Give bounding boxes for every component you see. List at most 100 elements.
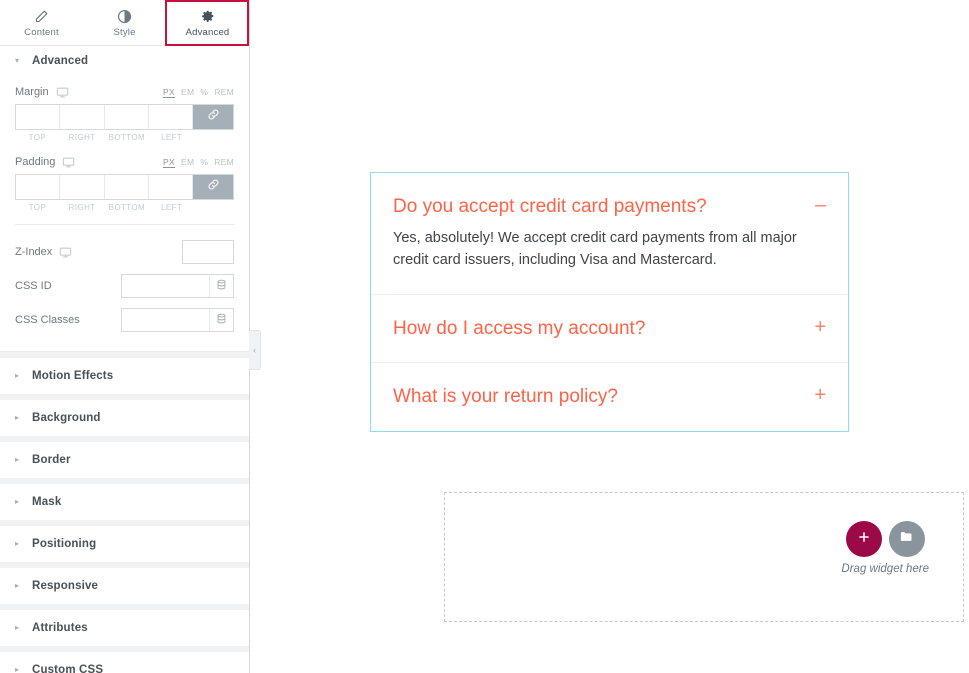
- add-widget-button[interactable]: [845, 521, 882, 557]
- margin-top-input[interactable]: [16, 105, 61, 129]
- section-mask[interactable]: ▸ Mask: [0, 483, 249, 520]
- z-index-input[interactable]: [182, 240, 234, 264]
- section-positioning[interactable]: ▸ Positioning: [0, 525, 249, 562]
- margin-label-top: TOP: [28, 133, 47, 142]
- padding-label-spacer: [194, 203, 234, 212]
- css-id-field-group: [121, 274, 234, 298]
- z-index-control: [182, 240, 234, 264]
- caret-right-icon: ▸: [15, 665, 20, 673]
- plus-icon: [857, 530, 871, 549]
- accordion-question: Do you accept credit card payments?: [393, 196, 707, 217]
- accordion-widget[interactable]: Do you accept credit card payments? – Ye…: [370, 172, 849, 433]
- elementor-settings-panel: Content Style Advanced ▾ Advanced Margin…: [0, 0, 250, 673]
- accordion-item-header[interactable]: Do you accept credit card payments? –: [371, 173, 848, 219]
- section-advanced-header[interactable]: ▾ Advanced: [0, 46, 249, 76]
- control-margin: Margin PX EM % REM TOP RIGHT BOTTOM LEFT: [15, 80, 234, 142]
- caret-down-icon: ▾: [15, 56, 20, 65]
- control-padding: Padding PX EM % REM TOP RIGHT BOTTOM LEF…: [15, 150, 234, 212]
- desktop-monitor-icon[interactable]: [62, 156, 75, 169]
- section-positioning-header[interactable]: ▸ Positioning: [0, 526, 249, 562]
- add-template-button[interactable]: [888, 521, 925, 557]
- padding-unit-percent[interactable]: %: [200, 157, 208, 167]
- desktop-monitor-icon[interactable]: [59, 246, 72, 259]
- accordion-item-header[interactable]: What is your return policy? +: [371, 363, 848, 409]
- margin-side-labels: TOP RIGHT BOTTOM LEFT: [15, 133, 234, 142]
- padding-top-input[interactable]: [16, 175, 61, 199]
- chevron-left-icon: ‹: [253, 344, 256, 355]
- panel-body: ▾ Advanced Margin PX EM % REM TOP RIGHT …: [0, 46, 249, 673]
- dropzone-buttons: [845, 521, 925, 557]
- margin-unit-px[interactable]: PX: [163, 87, 175, 98]
- accordion-toggle-minus-icon[interactable]: –: [803, 195, 826, 215]
- margin-unit-selector: PX EM % REM: [163, 87, 234, 98]
- padding-label-top: TOP: [28, 203, 47, 212]
- desktop-monitor-icon[interactable]: [56, 86, 69, 99]
- css-id-dynamic-tags-button[interactable]: [209, 275, 233, 297]
- css-classes-field-group: [121, 308, 234, 332]
- collapsed-sections-list: ▸ Motion Effects ▸ Background ▸ Border ▸…: [0, 357, 249, 673]
- margin-right-input[interactable]: [60, 105, 105, 129]
- css-classes-dynamic-tags-button[interactable]: [209, 309, 233, 331]
- section-responsive[interactable]: ▸ Responsive: [0, 567, 249, 604]
- section-responsive-header[interactable]: ▸ Responsive: [0, 568, 249, 604]
- section-mask-header[interactable]: ▸ Mask: [0, 484, 249, 520]
- padding-unit-rem[interactable]: REM: [214, 157, 234, 167]
- margin-unit-percent[interactable]: %: [200, 87, 208, 97]
- css-id-control: [121, 274, 234, 298]
- section-advanced-content: Margin PX EM % REM TOP RIGHT BOTTOM LEFT…: [0, 76, 249, 351]
- padding-unit-em[interactable]: EM: [181, 157, 194, 167]
- padding-unit-px[interactable]: PX: [163, 157, 175, 168]
- tab-content[interactable]: Content: [0, 0, 83, 46]
- section-attributes-header[interactable]: ▸ Attributes: [0, 610, 249, 646]
- margin-label-spacer: [194, 133, 234, 142]
- padding-link-values-button[interactable]: [193, 175, 233, 199]
- database-icon: [216, 277, 227, 295]
- margin-bottom-input[interactable]: [104, 105, 149, 129]
- css-classes-input[interactable]: [122, 309, 209, 331]
- padding-header: Padding PX EM % REM: [15, 150, 234, 174]
- section-custom-css[interactable]: ▸ Custom CSS: [0, 651, 249, 673]
- gear-icon: [201, 8, 215, 24]
- section-background-header[interactable]: ▸ Background: [0, 400, 249, 436]
- margin-unit-rem[interactable]: REM: [214, 87, 234, 97]
- tab-style-label: Style: [113, 27, 136, 38]
- section-advanced-title: Advanced: [32, 55, 89, 67]
- section-motion-effects[interactable]: ▸ Motion Effects: [0, 357, 249, 394]
- margin-unit-em[interactable]: EM: [181, 87, 194, 97]
- padding-right-input[interactable]: [60, 175, 105, 199]
- pencil-icon: [34, 8, 49, 24]
- padding-bottom-input[interactable]: [104, 175, 149, 199]
- css-id-input[interactable]: [122, 275, 209, 297]
- margin-label-right: RIGHT: [68, 133, 96, 142]
- accordion-item-header[interactable]: How do I access my account? +: [371, 295, 848, 341]
- dropzone-label: Drag widget here: [841, 563, 929, 575]
- tab-advanced[interactable]: Advanced: [166, 0, 249, 46]
- section-border-header[interactable]: ▸ Border: [0, 442, 249, 478]
- accordion-toggle-plus-icon[interactable]: +: [802, 385, 826, 405]
- panel-collapse-handle[interactable]: ‹: [249, 330, 261, 370]
- elementor-editor: Content Style Advanced ▾ Advanced Margin…: [0, 0, 969, 673]
- accordion-toggle-plus-icon[interactable]: +: [802, 317, 826, 337]
- tab-style[interactable]: Style: [83, 0, 166, 46]
- section-attributes[interactable]: ▸ Attributes: [0, 609, 249, 646]
- margin-link-values-button[interactable]: [193, 105, 233, 129]
- caret-right-icon: ▸: [15, 371, 20, 380]
- widget-dropzone[interactable]: Drag widget here: [444, 492, 964, 622]
- caret-right-icon: ▸: [15, 455, 20, 464]
- padding-inputs: [15, 174, 234, 200]
- margin-left-input[interactable]: [148, 105, 193, 129]
- padding-left-input[interactable]: [148, 175, 193, 199]
- accordion-item: Do you accept credit card payments? – Ye…: [371, 173, 848, 294]
- section-custom-css-header[interactable]: ▸ Custom CSS: [0, 652, 249, 673]
- accordion-item: What is your return policy? +: [371, 362, 848, 432]
- section-motion-effects-header[interactable]: ▸ Motion Effects: [0, 358, 249, 394]
- padding-label-right: RIGHT: [68, 203, 96, 212]
- section-border[interactable]: ▸ Border: [0, 441, 249, 478]
- section-positioning-title: Positioning: [32, 538, 97, 550]
- css-classes-control: [121, 308, 234, 332]
- section-attributes-title: Attributes: [32, 622, 88, 634]
- section-background[interactable]: ▸ Background: [0, 399, 249, 436]
- padding-label-left: LEFT: [161, 203, 183, 212]
- css-id-label: CSS ID: [15, 280, 52, 292]
- padding-side-labels: TOP RIGHT BOTTOM LEFT: [15, 203, 234, 212]
